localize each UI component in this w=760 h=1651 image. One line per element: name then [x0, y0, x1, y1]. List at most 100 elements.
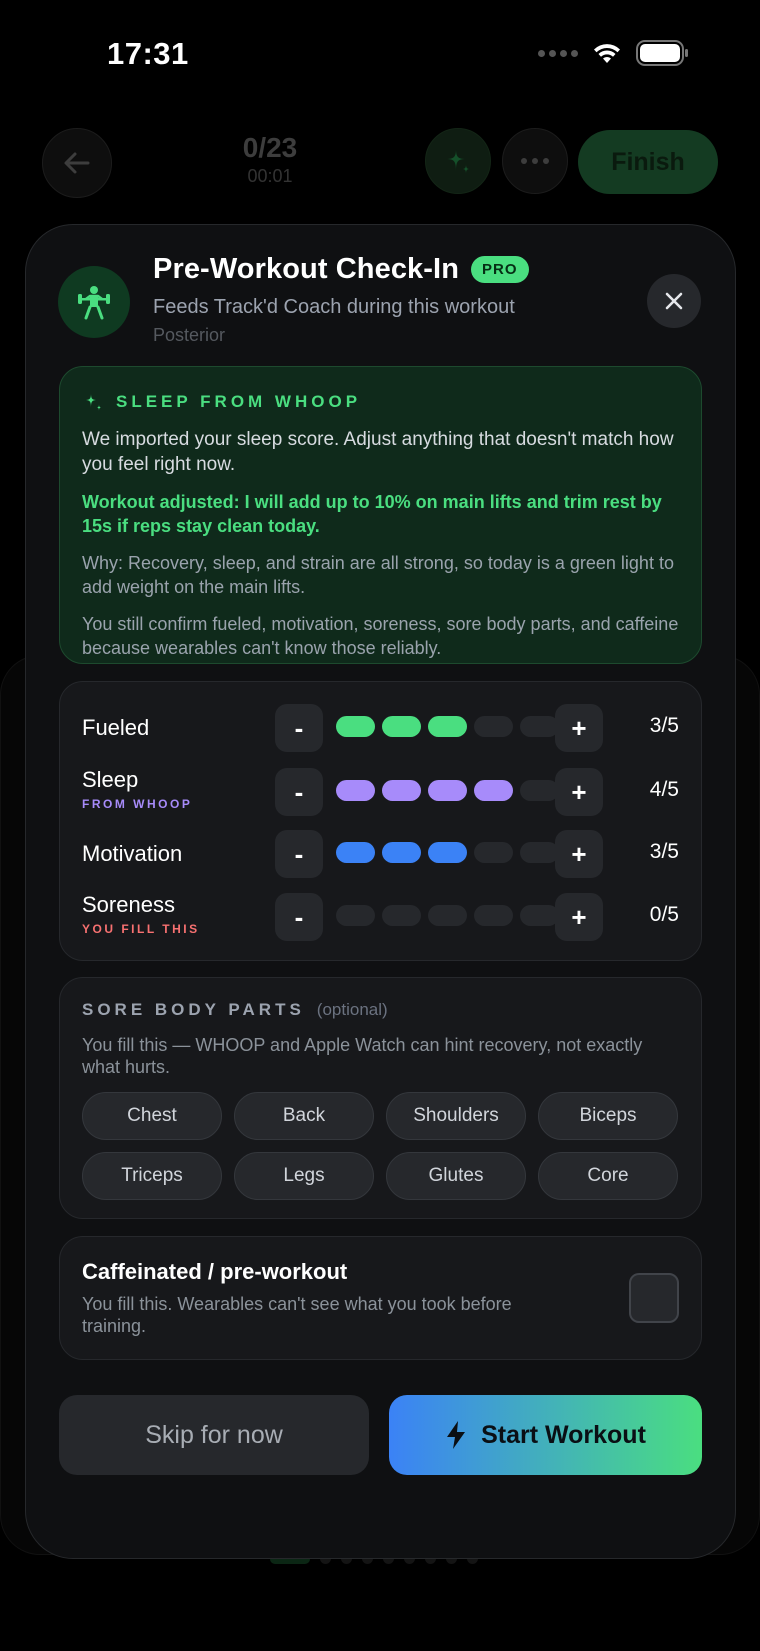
back-button[interactable]	[42, 128, 112, 198]
pre-workout-checkin-modal: Pre-Workout Check-In PRO Feeds Track'd C…	[25, 224, 736, 1559]
more-dot-icon	[543, 158, 549, 164]
chip-core[interactable]: Core	[538, 1152, 678, 1200]
rating-pill-filled[interactable]	[428, 780, 467, 801]
chip-glutes[interactable]: Glutes	[386, 1152, 526, 1200]
rating-pill-empty[interactable]	[474, 905, 513, 926]
whoop-intro: We imported your sleep score. Adjust any…	[82, 429, 674, 475]
chip-back[interactable]: Back	[234, 1092, 374, 1140]
soreness-decrement-button[interactable]: -	[275, 893, 323, 941]
finish-button[interactable]: Finish	[578, 130, 718, 194]
rating-scale	[336, 716, 559, 737]
rating-pill-filled[interactable]	[382, 780, 421, 801]
status-time: 17:31	[107, 36, 189, 71]
ratings-card: Fueled - + 3/5 Sleep FROM WHOOP - + 4/5 …	[59, 681, 702, 961]
fueled-increment-button[interactable]: +	[555, 704, 603, 752]
rating-pill-empty[interactable]	[520, 842, 559, 863]
caffeine-card: Caffeinated / pre-workout You fill this.…	[59, 1236, 702, 1360]
caffeine-title: Caffeinated / pre-workout	[82, 1259, 348, 1284]
whoop-note: You still confirm fueled, motivation, so…	[82, 614, 679, 658]
rating-label: Fueled	[82, 715, 150, 740]
caffeine-checkbox[interactable]	[629, 1273, 679, 1323]
rating-pill-filled[interactable]	[428, 842, 467, 863]
status-icons	[538, 40, 690, 66]
close-icon	[665, 292, 683, 310]
rating-value: 3/5	[649, 840, 679, 863]
wifi-icon	[594, 44, 620, 63]
rating-row-sleep: Sleep FROM WHOOP - + 4/5	[60, 767, 701, 817]
rating-pill-empty[interactable]	[336, 905, 375, 926]
more-button[interactable]	[502, 128, 568, 194]
soreness-increment-button[interactable]: +	[555, 893, 603, 941]
rating-pill-filled[interactable]	[382, 842, 421, 863]
rating-pill-filled[interactable]	[474, 780, 513, 801]
skip-label: Skip for now	[145, 1420, 283, 1449]
chip-biceps[interactable]: Biceps	[538, 1092, 678, 1140]
fueled-decrement-button[interactable]: -	[275, 704, 323, 752]
more-dot-icon	[532, 158, 538, 164]
workout-adjusted-text: Workout adjusted: I will add up to 10% o…	[82, 492, 662, 536]
sparkle-icon	[446, 149, 470, 174]
weightlifter-icon	[58, 266, 130, 338]
skip-button[interactable]: Skip for now	[59, 1395, 369, 1475]
rating-source: FROM WHOOP	[82, 797, 193, 811]
rating-pill-empty[interactable]	[520, 780, 559, 801]
rating-pill-empty[interactable]	[474, 842, 513, 863]
sore-body-parts-card: SORE BODY PARTS (optional) You fill this…	[59, 977, 702, 1219]
sleep-decrement-button[interactable]: -	[275, 768, 323, 816]
whoop-sleep-card: SLEEP FROM WHOOP We imported your sleep …	[59, 366, 702, 664]
modal-title: Pre-Workout Check-In	[153, 253, 460, 285]
chip-triceps[interactable]: Triceps	[82, 1152, 222, 1200]
sore-description: You fill this — WHOOP and Apple Watch ca…	[82, 1035, 643, 1077]
rating-value: 0/5	[649, 903, 679, 926]
workout-name: Posterior	[153, 325, 226, 345]
rating-label: Sleep	[82, 767, 139, 792]
start-workout-label: Start Workout	[481, 1420, 646, 1449]
rating-pill-filled[interactable]	[336, 842, 375, 863]
whoop-why: Why: Recovery, sleep, and strain are all…	[82, 553, 674, 597]
rating-pill-empty[interactable]	[520, 716, 559, 737]
motivation-decrement-button[interactable]: -	[275, 830, 323, 878]
set-counter: 0/23 00:01	[200, 132, 340, 187]
whoop-label: SLEEP FROM WHOOP	[116, 392, 362, 411]
rating-pill-empty[interactable]	[382, 905, 421, 926]
rating-label: Soreness	[82, 892, 175, 917]
pro-badge: PRO	[471, 256, 529, 283]
sleep-increment-button[interactable]: +	[555, 768, 603, 816]
battery-icon	[636, 40, 688, 66]
rating-pill-filled[interactable]	[336, 780, 375, 801]
chip-legs[interactable]: Legs	[234, 1152, 374, 1200]
arrow-left-icon	[64, 152, 90, 174]
optional-label: (optional)	[316, 1000, 388, 1019]
coach-button[interactable]	[425, 128, 491, 194]
caffeine-description: You fill this. Wearables can't see what …	[82, 1294, 512, 1336]
rating-row-fueled: Fueled - + 3/5	[60, 703, 701, 753]
more-dot-icon	[521, 158, 527, 164]
modal-subtitle: Feeds Track'd Coach during this workout	[153, 296, 515, 318]
close-button[interactable]	[647, 274, 701, 328]
rating-pill-filled[interactable]	[382, 716, 421, 737]
rating-label: Motivation	[82, 841, 183, 866]
motivation-increment-button[interactable]: +	[555, 830, 603, 878]
rating-pill-empty[interactable]	[428, 905, 467, 926]
body-part-chips: Chest Back Shoulders Biceps Triceps Legs…	[82, 1092, 679, 1200]
lightning-icon	[447, 1421, 466, 1449]
set-progress: 0/23	[242, 132, 298, 163]
rating-pill-empty[interactable]	[474, 716, 513, 737]
modal-header: Pre-Workout Check-In PRO	[153, 253, 529, 286]
rating-pill-filled[interactable]	[428, 716, 467, 737]
start-workout-button[interactable]: Start Workout	[389, 1395, 702, 1475]
sore-title: SORE BODY PARTS	[82, 1000, 305, 1019]
rating-value: 4/5	[649, 778, 679, 801]
rating-pill-filled[interactable]	[336, 716, 375, 737]
rating-scale	[336, 905, 559, 926]
workout-timer: 00:01	[247, 166, 293, 186]
rating-row-motivation: Motivation - + 3/5	[60, 829, 701, 879]
rating-pill-empty[interactable]	[520, 905, 559, 926]
rating-row-soreness: Soreness YOU FILL THIS - + 0/5	[60, 892, 701, 942]
chip-chest[interactable]: Chest	[82, 1092, 222, 1140]
rating-value: 3/5	[649, 714, 679, 737]
rating-scale	[336, 842, 559, 863]
chip-shoulders[interactable]: Shoulders	[386, 1092, 526, 1140]
rating-scale	[336, 780, 559, 801]
rating-source: YOU FILL THIS	[82, 922, 200, 936]
